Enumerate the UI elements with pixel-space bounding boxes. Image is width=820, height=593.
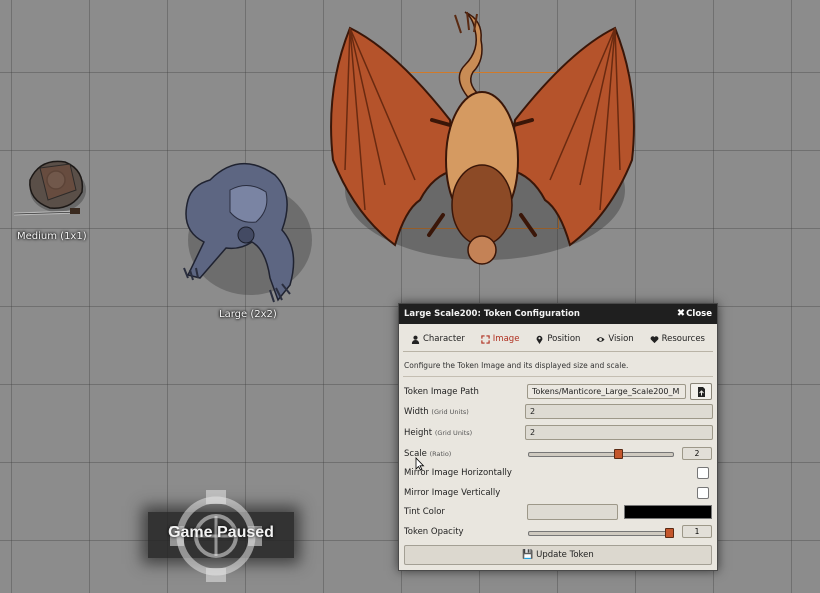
tint-color-label: Tint Color <box>404 507 445 517</box>
dialog-tabs: Character Image Position Vision Resource… <box>403 327 713 352</box>
image-path-label: Token Image Path <box>404 387 479 397</box>
tab-image[interactable]: Image <box>481 334 520 344</box>
medium-token-label: Medium (1x1) <box>17 231 87 242</box>
opacity-slider-handle[interactable] <box>665 528 674 538</box>
dialog-title: Large Scale200: Token Configuration <box>404 309 580 319</box>
manticore-token-sprite[interactable] <box>325 10 640 280</box>
dialog-header[interactable]: Large Scale200: Token Configuration ✖Clo… <box>399 304 717 324</box>
scale-unit: (Ratio) <box>429 450 452 458</box>
token-config-dialog: Large Scale200: Token Configuration ✖Clo… <box>398 303 718 571</box>
tab-position[interactable]: Position <box>535 334 580 344</box>
game-paused-text: Game Paused <box>168 524 274 541</box>
tab-character-label: Character <box>422 334 465 344</box>
height-input[interactable]: 2 <box>525 425 713 440</box>
user-icon <box>411 335 420 344</box>
mouse-cursor-icon <box>415 457 425 471</box>
close-label: Close <box>686 309 712 319</box>
width-input[interactable]: 2 <box>525 404 713 419</box>
tab-resources[interactable]: Resources <box>650 334 705 344</box>
tab-vision-label: Vision <box>608 334 634 344</box>
token-opacity-label: Token Opacity <box>404 527 464 537</box>
mirror-vertical-checkbox[interactable] <box>697 487 709 499</box>
height-label-text: Height <box>404 428 433 438</box>
tab-image-label: Image <box>492 334 520 344</box>
scale-slider-track[interactable] <box>528 452 674 457</box>
eye-icon <box>596 336 605 342</box>
width-label: Width (Grid Units) <box>404 407 469 417</box>
file-picker-icon <box>697 386 705 397</box>
opacity-slider-track[interactable] <box>528 531 674 536</box>
close-button[interactable]: ✖Close <box>677 304 712 324</box>
width-unit: (Grid Units) <box>431 408 469 416</box>
map-marker-icon <box>536 335 543 344</box>
tint-color-swatch[interactable] <box>624 505 712 519</box>
image-path-input[interactable]: Tokens/Manticore_Large_Scale200_M <box>527 384 686 399</box>
tint-color-input[interactable] <box>527 504 618 520</box>
large-token-label: Large (2x2) <box>219 309 277 320</box>
scale-slider-handle[interactable] <box>614 449 624 459</box>
large-token-sprite[interactable] <box>170 150 320 310</box>
mirror-horizontal-checkbox[interactable] <box>697 467 709 479</box>
save-icon: 💾 <box>522 550 534 560</box>
height-unit: (Grid Units) <box>434 429 473 437</box>
mirror-vertical-label: Mirror Image Vertically <box>404 488 501 498</box>
tab-resources-label: Resources <box>661 334 705 344</box>
scale-label: Scale (Ratio) <box>404 449 451 459</box>
width-label-text: Width <box>404 407 429 417</box>
update-token-button[interactable]: 💾 Update Token <box>404 545 712 565</box>
opacity-value[interactable]: 1 <box>682 525 712 538</box>
heart-icon <box>650 335 659 343</box>
image-tab-hint: Configure the Token Image and its displa… <box>404 361 629 370</box>
scale-value[interactable]: 2 <box>682 447 712 460</box>
tab-vision[interactable]: Vision <box>596 334 634 344</box>
close-icon: ✖ <box>676 308 686 319</box>
update-token-label: Update Token <box>536 550 594 560</box>
tab-character[interactable]: Character <box>411 334 465 344</box>
divider <box>403 376 713 377</box>
height-label: Height (Grid Units) <box>404 428 472 438</box>
expand-icon <box>481 334 490 344</box>
medium-token-sprite[interactable] <box>10 150 90 225</box>
tab-position-label: Position <box>547 334 581 344</box>
file-picker-button[interactable] <box>690 383 712 400</box>
